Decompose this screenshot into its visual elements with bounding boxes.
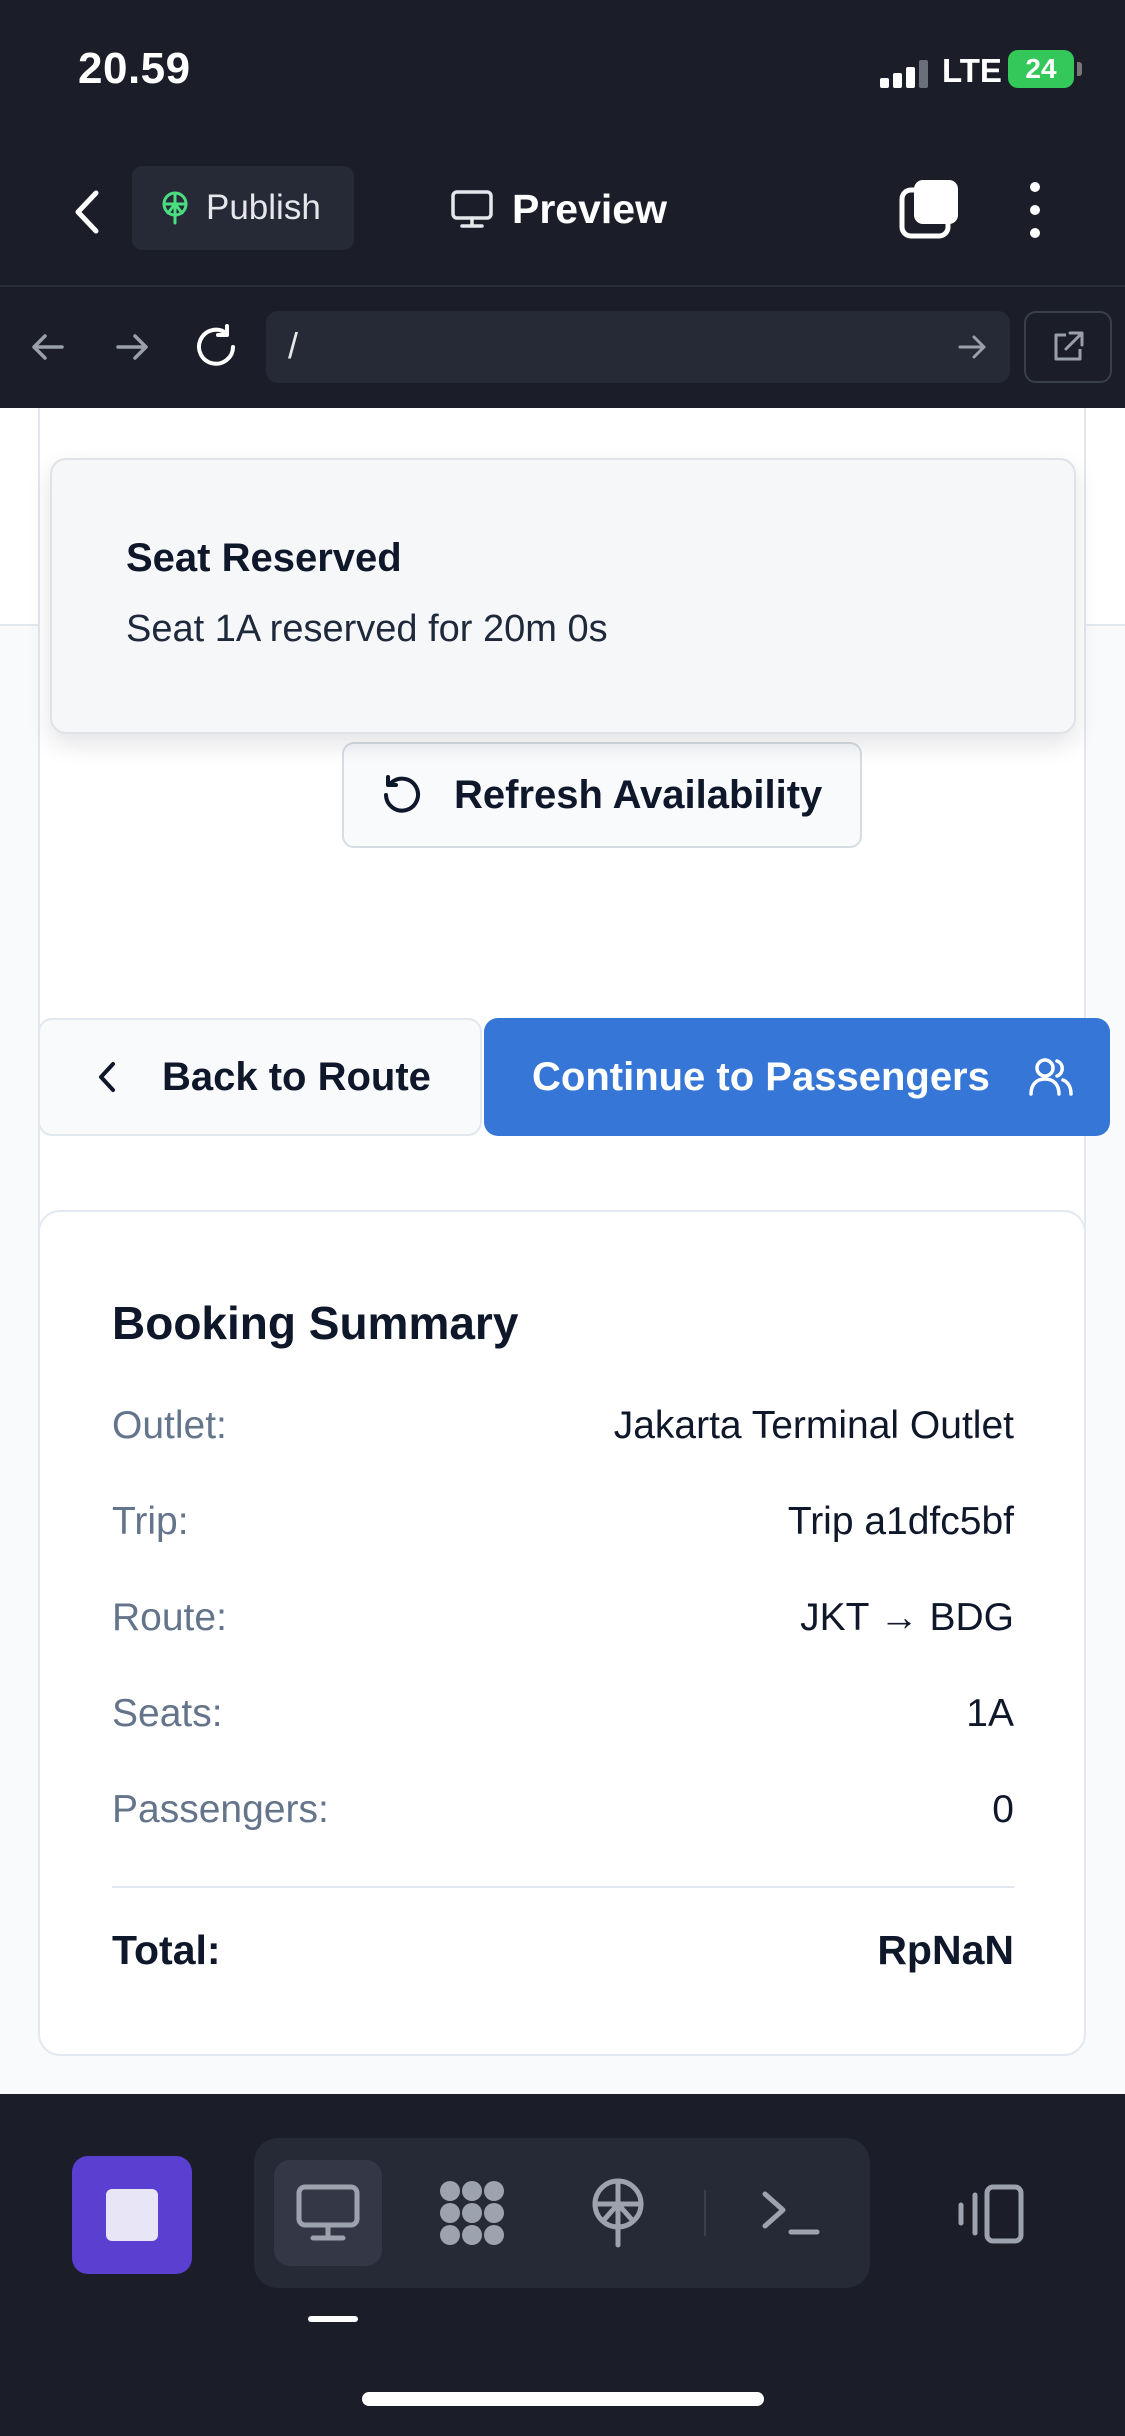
users-icon: [1029, 1058, 1073, 1096]
panel-icon: [958, 2184, 1024, 2244]
arrow-left-icon: [32, 334, 64, 360]
row-label: Trip:: [112, 1500, 189, 1543]
stop-button[interactable]: [72, 2156, 192, 2274]
row-label: Passengers:: [112, 1788, 329, 1831]
row-label: Seats:: [112, 1692, 223, 1735]
back-to-route-label: Back to Route: [162, 1054, 431, 1099]
row-value: Trip a1dfc5bf: [787, 1500, 1014, 1543]
toolbar-separator: [704, 2190, 706, 2236]
row-label: Route:: [112, 1596, 227, 1639]
summary-total-row: Total: RpNaN: [112, 1920, 1014, 1980]
publish-icon: [162, 191, 188, 225]
toast-title: Seat Reserved: [126, 536, 402, 580]
seat-reserved-toast[interactable]: Seat Reserved Seat 1A reserved for 20m 0…: [50, 458, 1076, 734]
browser-forward-button[interactable]: [104, 319, 160, 375]
arrow-right-icon: [116, 334, 148, 360]
back-button[interactable]: [62, 182, 112, 242]
total-label: Total:: [112, 1926, 221, 1973]
signal-icon: [880, 60, 932, 88]
booking-summary-card: Booking Summary Outlet: Jakarta Terminal…: [38, 1210, 1086, 2056]
preview-button[interactable]: Preview: [450, 174, 667, 244]
total-value: RpNaN: [877, 1926, 1014, 1973]
summary-row-seats: Seats: 1A: [112, 1684, 1014, 1744]
app-header: Publish Preview: [0, 140, 1125, 287]
summary-row-passengers: Passengers: 0: [112, 1780, 1014, 1840]
go-arrow-icon[interactable]: [954, 329, 990, 365]
preview-label: Preview: [512, 185, 667, 232]
browser-back-button[interactable]: [20, 319, 76, 375]
status-time: 20.59: [78, 44, 191, 93]
network-type: LTE: [942, 52, 1002, 89]
url-text: /: [288, 325, 299, 366]
booking-summary-title: Booking Summary: [112, 1297, 519, 1349]
browser-bar: /: [0, 289, 1125, 408]
back-to-route-button[interactable]: Back to Route: [38, 1018, 482, 1136]
row-value: Jakarta Terminal Outlet: [613, 1404, 1014, 1447]
apps-icon: [440, 2181, 504, 2245]
tabs-icon: [899, 180, 958, 239]
battery-nub: [1077, 62, 1082, 76]
stop-icon: [106, 2189, 158, 2241]
dot: [1030, 182, 1040, 192]
more-menu-button[interactable]: [1020, 178, 1050, 242]
monitor-icon: [451, 190, 493, 228]
chevron-left-icon: [99, 1062, 115, 1092]
status-bar: 20.59 LTE 24: [0, 0, 1125, 140]
desktop-icon: [296, 2184, 360, 2241]
terminal-tool-button[interactable]: [736, 2160, 844, 2266]
publish-button[interactable]: Publish: [132, 166, 354, 250]
deploy-tool-button[interactable]: [564, 2160, 672, 2266]
dot: [1030, 228, 1040, 238]
toast-description: Seat 1A reserved for 20m 0s: [126, 608, 608, 650]
tool-group: [254, 2138, 870, 2288]
chevron-left-icon: [75, 190, 99, 234]
active-tool-indicator: [308, 2316, 358, 2322]
summary-row-outlet: Outlet: Jakarta Terminal Outlet: [112, 1396, 1014, 1456]
row-value: JKT → BDG: [800, 1596, 1014, 1639]
publish-icon: [592, 2178, 644, 2248]
external-link-icon: [1054, 331, 1084, 361]
row-value: 1A: [966, 1692, 1014, 1735]
row-value: 0: [992, 1788, 1014, 1831]
reload-icon: [197, 324, 235, 366]
summary-row-route: Route: JKT → BDG: [112, 1588, 1014, 1648]
refresh-label: Refresh Availability: [454, 772, 823, 817]
reload-button[interactable]: [188, 319, 244, 375]
dot: [1030, 205, 1040, 215]
row-label: Outlet:: [112, 1404, 227, 1447]
continue-label: Continue to Passengers: [532, 1054, 990, 1099]
desktop-tool-button[interactable]: [274, 2160, 382, 2266]
continue-to-passengers-button[interactable]: Continue to Passengers: [484, 1018, 1110, 1136]
home-indicator: [362, 2392, 764, 2406]
panel-toggle-button[interactable]: [950, 2174, 1030, 2254]
terminal-icon: [762, 2191, 820, 2235]
page-content: Refresh Availability Seat Reserved Seat …: [0, 408, 1125, 2094]
tabs-button[interactable]: [898, 178, 962, 242]
bottom-toolbar: [0, 2094, 1125, 2436]
battery-icon: 24: [1008, 50, 1074, 88]
summary-row-trip: Trip: Trip a1dfc5bf: [112, 1492, 1014, 1552]
publish-label: Publish: [206, 188, 321, 227]
apps-tool-button[interactable]: [418, 2160, 526, 2266]
url-bar[interactable]: /: [266, 311, 1010, 383]
open-external-button[interactable]: [1024, 311, 1112, 383]
refresh-icon: [384, 775, 420, 813]
summary-divider: [112, 1886, 1014, 1888]
refresh-availability-button[interactable]: Refresh Availability: [342, 742, 862, 848]
